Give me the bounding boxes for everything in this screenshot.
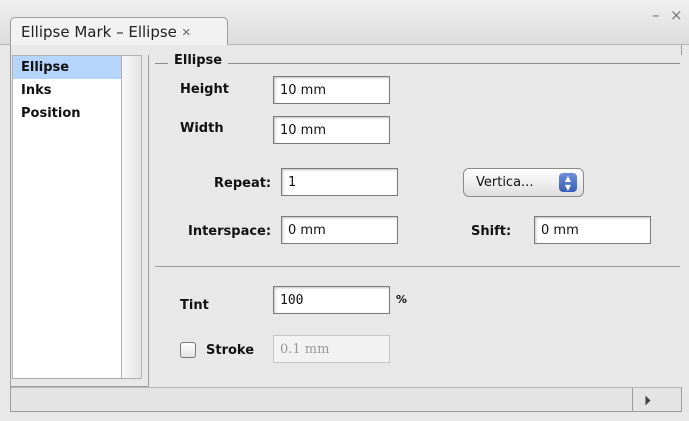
group-box-border [155,63,680,64]
sidebar-item-position[interactable]: Position [13,102,121,125]
section-divider [155,266,680,267]
group-box-title: Ellipse [168,53,229,68]
repeat-label: Repeat: [214,176,272,191]
sidebar-item-ellipse[interactable]: Ellipse [13,56,121,79]
shift-field[interactable] [534,216,651,244]
height-field[interactable] [273,76,390,104]
width-field[interactable] [273,116,390,144]
repeat-field[interactable] [281,168,398,196]
panel-close-icon[interactable]: × [670,6,683,24]
tint-unit: % [396,293,408,306]
interspace-field[interactable] [281,216,398,244]
status-bar-separator [632,388,633,411]
tab-title: Ellipse Mark – Ellipse [21,23,177,41]
popup-arrows-icon: ▲ ▼ [559,173,577,192]
stroke-label: Stroke [206,343,255,358]
interspace-label: Interspace: [188,224,272,239]
stroke-width-field [273,335,390,363]
tab-ellipse-mark[interactable]: Ellipse Mark – Ellipse × [10,17,228,46]
shift-label: Shift: [471,224,512,239]
tint-label: Tint [180,298,209,313]
direction-popup-value: Vertica... [476,175,534,190]
direction-popup-button[interactable]: Vertica... ▲ ▼ [463,168,584,197]
tint-field[interactable] [273,286,390,314]
play-icon[interactable]: ⏵ [644,392,651,409]
sidebar-list: Ellipse Inks Position [12,55,122,379]
sidebar-scrollbar[interactable] [122,55,142,379]
ellipse-mark-panel: Ellipse Mark – Ellipse × – × Ellipse Ink… [0,0,689,421]
minimize-icon[interactable]: – [652,6,660,24]
stroke-checkbox[interactable] [180,342,196,358]
width-label: Width [180,121,224,136]
panel-title-bar: Ellipse Mark – Ellipse × – × [0,0,689,46]
panel-status-bar [10,387,682,412]
sidebar-item-inks[interactable]: Inks [13,79,121,102]
height-label: Height [180,82,229,97]
tab-close-icon[interactable]: × [182,24,191,41]
